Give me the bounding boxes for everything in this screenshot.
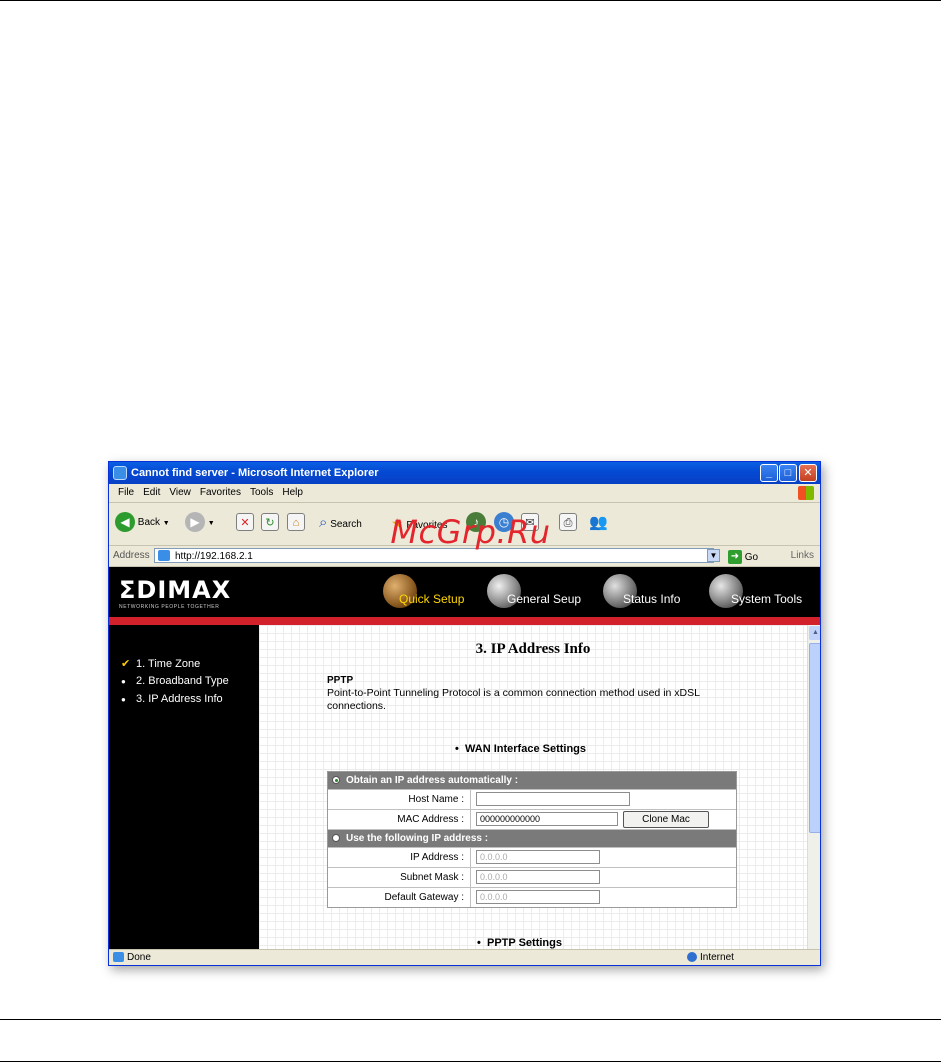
nav-general-setup[interactable]: General Seup bbox=[487, 574, 581, 608]
watermark: McGrp.Ru bbox=[390, 513, 551, 551]
default-gateway-input[interactable]: 0.0.0.0 bbox=[476, 890, 600, 904]
manual-ip-row: Use the following IP address : bbox=[328, 830, 736, 848]
edimax-logo: ΣDIMAX bbox=[119, 576, 232, 604]
status-bar: Done Internet bbox=[109, 949, 820, 965]
minimize-button[interactable]: _ bbox=[760, 464, 778, 482]
default-gateway-label: Default Gateway : bbox=[328, 888, 471, 907]
heading-bullet-icon: • bbox=[455, 743, 459, 755]
default-gateway-row: Default Gateway : 0.0.0.0 bbox=[328, 888, 736, 907]
status-done: Done bbox=[113, 950, 151, 965]
close-button[interactable]: ✕ bbox=[799, 464, 817, 482]
logo-tagline: NETWORKING PEOPLE TOGETHER bbox=[119, 604, 220, 610]
subnet-mask-label: Subnet Mask : bbox=[328, 868, 471, 887]
host-name-input[interactable] bbox=[476, 792, 630, 806]
title-bar[interactable]: Cannot find server - Microsoft Internet … bbox=[109, 462, 820, 484]
windows-flag-icon bbox=[798, 486, 814, 500]
maximize-button[interactable]: □ bbox=[779, 464, 797, 482]
wan-settings-table: Obtain an IP address automatically : Hos… bbox=[327, 771, 737, 908]
page-content: ΣDIMAX NETWORKING PEOPLE TOGETHER Quick … bbox=[109, 567, 820, 950]
menu-view[interactable]: View bbox=[169, 484, 191, 502]
sidebar-item-ip-address-info[interactable]: ● 3. IP Address Info bbox=[121, 693, 223, 705]
description: Point-to-Point Tunneling Protocol is a c… bbox=[327, 687, 700, 712]
host-name-row: Host Name : bbox=[328, 790, 736, 810]
menu-help[interactable]: Help bbox=[282, 484, 303, 502]
ip-address-input[interactable]: 0.0.0.0 bbox=[476, 850, 600, 864]
subnet-mask-input[interactable]: 0.0.0.0 bbox=[476, 870, 600, 884]
wan-heading: • WAN Interface Settings bbox=[455, 743, 587, 755]
nav-status-info[interactable]: Status Info bbox=[603, 574, 680, 608]
page-bottom-rule bbox=[0, 1019, 941, 1020]
page-icon bbox=[158, 550, 170, 561]
go-label: Go bbox=[744, 552, 759, 563]
vertical-scrollbar[interactable]: ▲ bbox=[807, 625, 820, 950]
page-done-icon bbox=[113, 952, 124, 963]
mac-address-row: MAC Address : 000000000000 Clone Mac bbox=[328, 810, 736, 830]
auto-ip-label: Obtain an IP address automatically : bbox=[346, 775, 519, 786]
sidebar: ✔ 1. Time Zone ● 2. Broadband Type ● 3. IP … bbox=[109, 625, 259, 950]
ie-icon bbox=[113, 466, 127, 480]
sidebar-item-time-zone[interactable]: ✔ 1. Time Zone bbox=[121, 657, 200, 670]
status-zone: Internet bbox=[687, 950, 734, 965]
ip-address-row: IP Address : 0.0.0.0 bbox=[328, 848, 736, 868]
sidebar-item-broadband-type[interactable]: ● 2. Broadband Type bbox=[121, 675, 229, 687]
bullet-icon: ● bbox=[121, 695, 126, 704]
auto-ip-radio[interactable] bbox=[332, 776, 340, 784]
menu-edit[interactable]: Edit bbox=[143, 484, 160, 502]
main-panel: 3. IP Address Info PPTP Point-to-Point T… bbox=[259, 625, 807, 950]
page-bottom-rule-2 bbox=[0, 1061, 941, 1062]
auto-ip-row: Obtain an IP address automatically : bbox=[328, 772, 736, 790]
nav-system-tools[interactable]: System Tools bbox=[709, 574, 802, 608]
site-header: ΣDIMAX NETWORKING PEOPLE TOGETHER Quick … bbox=[109, 567, 820, 617]
address-url: http://192.168.2.1 bbox=[175, 551, 253, 562]
nav-quick-setup[interactable]: Quick Setup bbox=[383, 574, 464, 608]
sidebar-item-label: 3. IP Address Info bbox=[136, 693, 223, 705]
header-red-bar bbox=[109, 617, 820, 625]
sidebar-item-label: 1. Time Zone bbox=[136, 658, 201, 670]
menu-file[interactable]: File bbox=[118, 484, 134, 502]
go-button[interactable]: ➜ Go bbox=[728, 548, 758, 568]
clone-mac-button[interactable]: Clone Mac bbox=[623, 811, 709, 828]
section-label: PPTP bbox=[327, 675, 354, 686]
menu-favorites[interactable]: Favorites bbox=[200, 484, 241, 502]
sidebar-item-label: 2. Broadband Type bbox=[136, 675, 229, 687]
manual-ip-label: Use the following IP address : bbox=[346, 833, 489, 844]
menu-tools[interactable]: Tools bbox=[250, 484, 273, 502]
menu-bar: File Edit View Favorites Tools Help bbox=[109, 484, 820, 503]
subnet-mask-row: Subnet Mask : 0.0.0.0 bbox=[328, 868, 736, 888]
host-name-label: Host Name : bbox=[328, 790, 471, 809]
pptp-heading: • PPTP Settings bbox=[477, 937, 562, 949]
scroll-up-icon[interactable]: ▲ bbox=[809, 626, 820, 640]
manual-ip-radio[interactable] bbox=[332, 834, 340, 842]
scroll-thumb[interactable] bbox=[809, 643, 820, 833]
page-top-rule bbox=[0, 0, 941, 1]
go-arrow-icon: ➜ bbox=[728, 550, 742, 565]
check-icon: ✔ bbox=[121, 658, 131, 670]
ip-address-label: IP Address : bbox=[328, 848, 471, 867]
bullet-icon: ● bbox=[121, 677, 126, 686]
window-title: Cannot find server - Microsoft Internet … bbox=[131, 467, 379, 479]
mac-address-input[interactable]: 000000000000 bbox=[476, 812, 618, 826]
heading-bullet-icon: • bbox=[477, 937, 481, 949]
internet-globe-icon bbox=[687, 952, 697, 963]
page-title: 3. IP Address Info bbox=[475, 641, 591, 657]
mac-address-label: MAC Address : bbox=[328, 810, 471, 829]
